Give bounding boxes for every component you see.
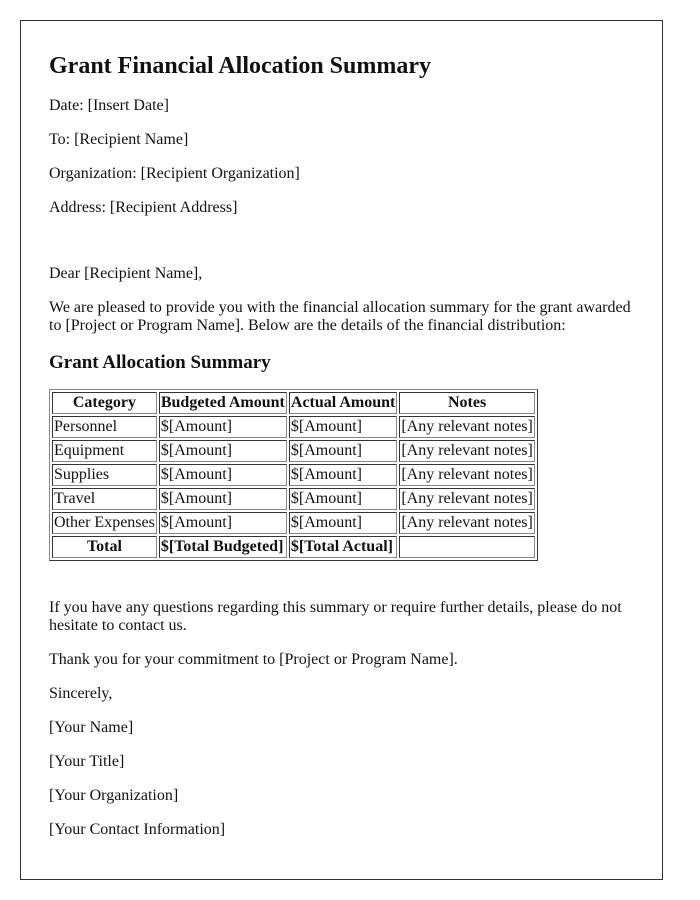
- cell-budgeted: $[Amount]: [158, 464, 287, 486]
- header-budgeted: Budgeted Amount: [158, 392, 287, 414]
- total-actual: $[Total Actual]: [288, 536, 398, 558]
- header-category: Category: [52, 392, 157, 414]
- table-header-row: Category Budgeted Amount Actual Amount N…: [52, 392, 535, 414]
- intro-paragraph: We are pleased to provide you with the f…: [49, 299, 631, 334]
- thanks-paragraph: Thank you for your commitment to [Projec…: [49, 651, 458, 668]
- cell-actual: $[Amount]: [288, 440, 398, 462]
- cell-actual: $[Amount]: [288, 488, 398, 510]
- table-row: Equipment $[Amount] $[Amount] [Any relev…: [52, 440, 535, 462]
- signer-contact: [Your Contact Information]: [49, 821, 226, 838]
- cell-actual: $[Amount]: [288, 464, 398, 486]
- header-actual: Actual Amount: [288, 392, 398, 414]
- cell-notes: [Any relevant notes]: [399, 440, 535, 462]
- section-heading: Grant Allocation Summary: [49, 352, 271, 373]
- cell-category: Travel: [52, 488, 157, 510]
- table-row: Other Expenses $[Amount] $[Amount] [Any …: [52, 512, 535, 534]
- total-budgeted: $[Total Budgeted]: [158, 536, 287, 558]
- signer-organization: [Your Organization]: [49, 787, 179, 804]
- total-label: Total: [52, 536, 157, 558]
- cell-budgeted: $[Amount]: [158, 488, 287, 510]
- cell-notes: [Any relevant notes]: [399, 416, 535, 438]
- signer-title: [Your Title]: [49, 753, 125, 770]
- cell-budgeted: $[Amount]: [158, 512, 287, 534]
- cell-category: Other Expenses: [52, 512, 157, 534]
- table-row: Supplies $[Amount] $[Amount] [Any releva…: [52, 464, 535, 486]
- page-title: Grant Financial Allocation Summary: [49, 53, 432, 79]
- cell-notes: [Any relevant notes]: [399, 512, 535, 534]
- cell-category: Supplies: [52, 464, 157, 486]
- total-notes: [399, 536, 535, 558]
- cell-actual: $[Amount]: [288, 416, 398, 438]
- header-notes: Notes: [399, 392, 535, 414]
- cell-category: Equipment: [52, 440, 157, 462]
- table-row: Personnel $[Amount] $[Amount] [Any relev…: [52, 416, 535, 438]
- valediction: Sincerely,: [49, 685, 113, 702]
- allocation-table: Category Budgeted Amount Actual Amount N…: [49, 389, 538, 561]
- recipient-line: To: [Recipient Name]: [49, 131, 189, 148]
- table-row: Travel $[Amount] $[Amount] [Any relevant…: [52, 488, 535, 510]
- cell-category: Personnel: [52, 416, 157, 438]
- cell-budgeted: $[Amount]: [158, 416, 287, 438]
- salutation: Dear [Recipient Name],: [49, 265, 203, 282]
- cell-notes: [Any relevant notes]: [399, 464, 535, 486]
- address-line: Address: [Recipient Address]: [49, 199, 238, 216]
- date-line: Date: [Insert Date]: [49, 97, 169, 114]
- table-total-row: Total $[Total Budgeted] $[Total Actual]: [52, 536, 535, 558]
- letter-container: Grant Financial Allocation Summary Date:…: [20, 20, 663, 880]
- cell-actual: $[Amount]: [288, 512, 398, 534]
- cell-notes: [Any relevant notes]: [399, 488, 535, 510]
- organization-line: Organization: [Recipient Organization]: [49, 165, 300, 182]
- cell-budgeted: $[Amount]: [158, 440, 287, 462]
- signer-name: [Your Name]: [49, 719, 134, 736]
- questions-paragraph: If you have any questions regarding this…: [49, 599, 622, 634]
